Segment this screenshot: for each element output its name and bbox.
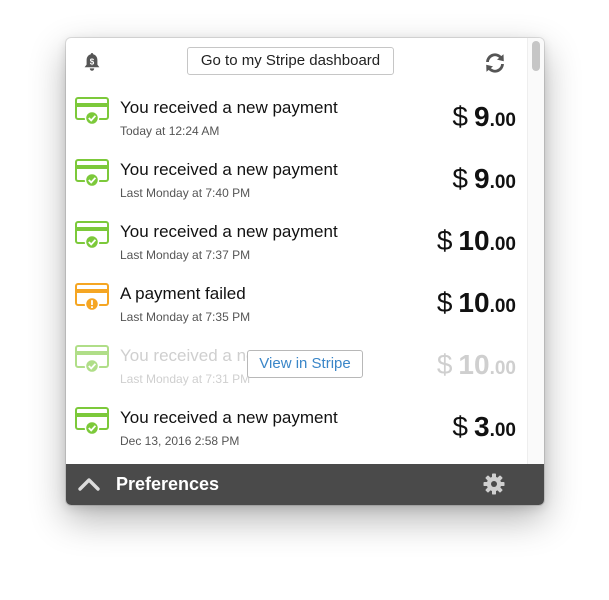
card-success-icon [75,97,109,126]
card-failed-icon [75,283,109,312]
payment-list[interactable]: You received a new payment Today at 12:2… [66,88,528,464]
amount-integer: 3 [474,411,490,442]
amount-currency: $ [452,163,468,194]
payment-row[interactable]: You received a new payment Today at 12:2… [66,88,528,150]
payment-amount: $3.00 [452,411,516,443]
amount-integer: 10 [458,349,490,380]
amount-currency: $ [436,287,453,318]
amount-cents: .00 [489,296,516,317]
payment-row-hovered[interactable]: You received a new payment Last Monday a… [66,336,528,398]
amount-cents: .00 [489,172,516,193]
svg-text:$: $ [90,57,95,66]
bell-dollar-icon[interactable]: $ [83,52,101,72]
payment-row[interactable]: You received a new payment Last Monday a… [66,150,528,212]
amount-currency: $ [452,101,468,132]
amount-cents: .00 [489,420,516,441]
header-bar: $ Go to my Stripe dashboard [66,38,528,88]
payment-time: Last Monday at 7:40 PM [120,186,251,200]
view-in-stripe-button[interactable]: View in Stripe [247,350,363,378]
payment-amount: $9.00 [452,101,516,133]
payment-amount: $10.00 [437,225,516,257]
card-success-icon [75,345,109,374]
payment-time: Last Monday at 7:35 PM [120,310,251,324]
amount-cents: .00 [489,358,516,379]
payment-title: You received a new payment [120,98,338,117]
card-success-icon [75,407,109,436]
amount-integer: 9 [474,163,490,194]
payment-title: You received a new payment [120,160,338,179]
sync-icon[interactable] [483,51,507,75]
amount-integer: 10 [458,225,490,256]
chevron-up-icon[interactable] [77,474,101,494]
payment-title: You received a new payment [120,408,338,427]
payment-amount: $10.00 [437,287,516,319]
amount-integer: 9 [474,101,490,132]
payment-row[interactable]: You received a new payment Dec 13, 2016 … [66,398,528,460]
payment-time: Today at 12:24 AM [120,124,220,138]
card-success-icon [75,221,109,250]
card-success-icon [75,159,109,188]
amount-cents: .00 [489,234,516,255]
payment-amount: $10.00 [437,349,516,381]
payment-amount: $9.00 [452,163,516,195]
payment-time: Dec 13, 2016 2:58 PM [120,434,240,448]
amount-integer: 10 [458,287,490,318]
payment-title: You received a new payment [120,222,338,241]
stripe-dashboard-button[interactable]: Go to my Stripe dashboard [187,47,394,75]
payment-title: You received a new payment [120,346,250,365]
gear-icon[interactable] [483,473,505,495]
scrollbar-track[interactable] [527,38,544,464]
amount-cents: .00 [489,110,516,131]
payment-row[interactable]: A payment failed Last Monday at 7:35 PM … [66,274,528,336]
amount-currency: $ [436,349,453,380]
preferences-label[interactable]: Preferences [116,474,219,495]
payment-row[interactable]: You received a new payment Last Monday a… [66,212,528,274]
scrollbar-thumb[interactable] [532,41,540,71]
payment-time: Last Monday at 7:31 PM [120,372,251,386]
amount-currency: $ [436,225,453,256]
payment-title: A payment failed [120,284,246,303]
notification-window: $ Go to my Stripe dashboard You received… [66,38,544,505]
payment-time: Last Monday at 7:37 PM [120,248,251,262]
amount-currency: $ [452,411,468,442]
preferences-bar[interactable]: Preferences [66,464,544,505]
